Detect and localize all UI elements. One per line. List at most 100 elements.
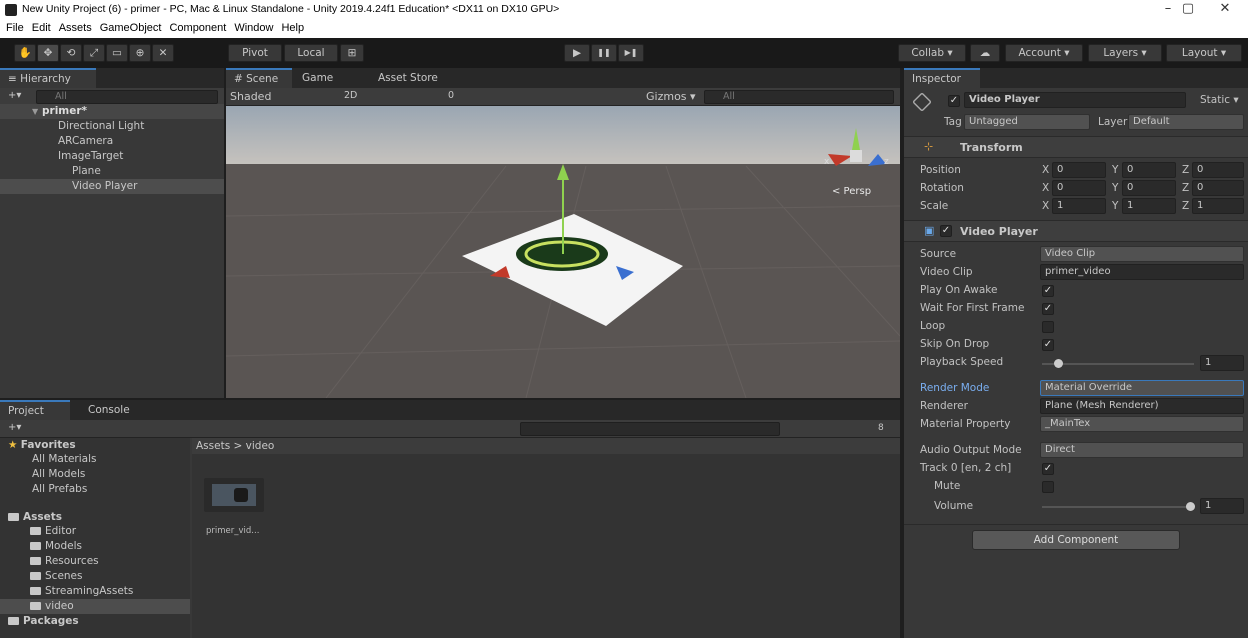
folder-scenes[interactable]: Scenes — [30, 569, 82, 584]
position-y-field[interactable]: 0 — [1122, 162, 1176, 178]
move-tool-button[interactable]: ✥ — [37, 44, 59, 62]
play-on-awake-checkbox[interactable]: ✓ — [1042, 285, 1054, 297]
playback-speed-slider[interactable] — [1042, 359, 1194, 368]
tab-asset-store[interactable]: Asset Store — [370, 68, 470, 88]
position-x-field[interactable]: 0 — [1052, 162, 1106, 178]
scene-row[interactable]: ▼ primer* — [0, 104, 224, 119]
position-z-field[interactable]: 0 — [1192, 162, 1244, 178]
breadcrumb[interactable]: Assets > video — [192, 438, 900, 454]
loop-checkbox[interactable] — [1042, 321, 1054, 333]
cloud-icon[interactable]: ☁ — [970, 44, 1000, 62]
tab-inspector[interactable]: Inspector — [904, 68, 980, 88]
tab-project[interactable]: Project — [0, 400, 70, 420]
hierarchy-item-arcamera[interactable]: ARCamera — [58, 134, 113, 149]
hidden-packages-count[interactable]: 8 — [878, 423, 884, 433]
hierarchy-item-plane[interactable]: Plane — [72, 164, 101, 179]
volume-thumb[interactable] — [1186, 502, 1195, 511]
rotation-z-field[interactable]: 0 — [1192, 180, 1244, 196]
rotation-x-field[interactable]: 0 — [1052, 180, 1106, 196]
source-dropdown[interactable]: Video Clip — [1040, 246, 1244, 262]
close-window-button[interactable]: ✕ — [1205, 0, 1245, 20]
volume-slider[interactable] — [1042, 502, 1195, 511]
hand-tool-button[interactable]: ✋ — [14, 44, 36, 62]
grid-snap-icon[interactable]: ⊞ — [340, 44, 364, 62]
hierarchy-item-directional-light[interactable]: Directional Light — [58, 119, 144, 134]
favorite-all-prefabs[interactable]: All Prefabs — [32, 482, 87, 497]
favorite-all-models[interactable]: All Models — [32, 467, 85, 482]
hierarchy-item-imagetarget[interactable]: ImageTarget — [58, 149, 123, 164]
renderer-field[interactable]: Plane (Mesh Renderer) — [1040, 398, 1244, 414]
video-player-header[interactable]: ▣ ✓ Video Player — [904, 220, 1248, 242]
static-dropdown[interactable]: Static ▾ — [1200, 94, 1239, 106]
folder-streamingassets[interactable]: StreamingAssets — [30, 584, 133, 599]
video-asset-name[interactable]: primer_vid... — [206, 526, 259, 536]
render-mode-dropdown[interactable]: Material Override — [1040, 380, 1244, 396]
step-button[interactable]: ▶❚ — [618, 44, 644, 62]
rotate-tool-button[interactable]: ⟲ — [60, 44, 82, 62]
pause-button[interactable]: ❚❚ — [591, 44, 617, 62]
volume-field[interactable]: 1 — [1200, 498, 1244, 514]
menu-help[interactable]: Help — [277, 20, 308, 34]
menu-edit[interactable]: Edit — [28, 20, 55, 34]
scale-x-field[interactable]: 1 — [1052, 198, 1106, 214]
audio-output-dropdown[interactable]: Direct — [1040, 442, 1244, 458]
hierarchy-item-video-player[interactable]: Video Player — [0, 179, 224, 194]
menu-gameobject[interactable]: GameObject — [96, 20, 166, 34]
transform-tool-button[interactable]: ⊕ — [129, 44, 151, 62]
assets-header[interactable]: Assets — [8, 510, 62, 525]
folder-editor[interactable]: Editor — [30, 524, 76, 539]
object-name-field[interactable]: Video Player — [964, 92, 1186, 108]
pivot-toggle[interactable]: Pivot — [228, 44, 282, 62]
playback-speed-thumb[interactable] — [1054, 359, 1063, 368]
rotation-y-field[interactable]: 0 — [1122, 180, 1176, 196]
project-search-input[interactable] — [520, 422, 780, 436]
account-dropdown[interactable]: Account ▾ — [1005, 44, 1083, 62]
menu-window[interactable]: Window — [230, 20, 277, 34]
hierarchy-search-input[interactable]: All — [36, 90, 218, 104]
scale-z-field[interactable]: 1 — [1192, 198, 1244, 214]
shading-mode-dropdown[interactable]: Shaded — [230, 90, 271, 103]
layers-dropdown[interactable]: Layers ▾ — [1088, 44, 1162, 62]
play-button[interactable]: ▶ — [564, 44, 590, 62]
material-property-dropdown[interactable]: _MainTex — [1040, 416, 1244, 432]
tab-hierarchy[interactable]: ≡ Hierarchy — [0, 68, 96, 88]
menu-assets[interactable]: Assets — [55, 20, 96, 34]
folder-video[interactable]: video — [0, 599, 190, 614]
layer-dropdown[interactable]: Default — [1128, 114, 1244, 130]
folder-resources[interactable]: Resources — [30, 554, 99, 569]
layout-dropdown[interactable]: Layout ▾ — [1166, 44, 1242, 62]
tag-dropdown[interactable]: Untagged — [964, 114, 1090, 130]
favorite-all-materials[interactable]: All Materials — [32, 452, 96, 467]
tab-game[interactable]: Game — [294, 68, 360, 88]
playback-speed-field[interactable]: 1 — [1200, 355, 1244, 371]
project-add-button[interactable]: +▾ — [8, 422, 21, 433]
scale-tool-button[interactable]: ⤢ — [83, 44, 105, 62]
video-asset-thumbnail[interactable] — [204, 478, 264, 512]
collab-dropdown[interactable]: Collab ▾ — [898, 44, 966, 62]
add-component-button[interactable]: Add Component — [972, 530, 1180, 550]
folder-models[interactable]: Models — [30, 539, 82, 554]
favorites-header[interactable]: ★ Favorites — [8, 438, 76, 453]
toggle-2d-button[interactable]: 2D — [344, 90, 357, 101]
skip-on-drop-checkbox[interactable]: ✓ — [1042, 339, 1054, 351]
transform-header[interactable]: ⊹ Transform — [904, 136, 1248, 158]
scene-viewport[interactable]: x z < Persp — [226, 106, 900, 398]
video-clip-field[interactable]: primer_video — [1040, 264, 1244, 280]
gizmos-dropdown[interactable]: Gizmos ▾ — [646, 90, 696, 103]
menu-file[interactable]: File — [0, 20, 28, 34]
wait-first-frame-checkbox[interactable]: ✓ — [1042, 303, 1054, 315]
tab-console[interactable]: Console — [80, 400, 150, 420]
perspective-label[interactable]: < Persp — [832, 186, 871, 197]
scene-search-input[interactable]: All — [704, 90, 894, 104]
local-toggle[interactable]: Local — [284, 44, 338, 62]
scale-y-field[interactable]: 1 — [1122, 198, 1176, 214]
menu-component[interactable]: Component — [165, 20, 230, 34]
rect-tool-button[interactable]: ▭ — [106, 44, 128, 62]
packages-header[interactable]: Packages — [8, 614, 79, 629]
custom-tool-button[interactable]: ✕ — [152, 44, 174, 62]
tab-scene[interactable]: # Scene — [226, 68, 292, 88]
mute-checkbox[interactable] — [1042, 481, 1054, 493]
track-checkbox[interactable]: ✓ — [1042, 463, 1054, 475]
hierarchy-add-button[interactable]: +▾ — [8, 90, 21, 101]
maximize-button[interactable]: ▢ — [1168, 0, 1208, 20]
